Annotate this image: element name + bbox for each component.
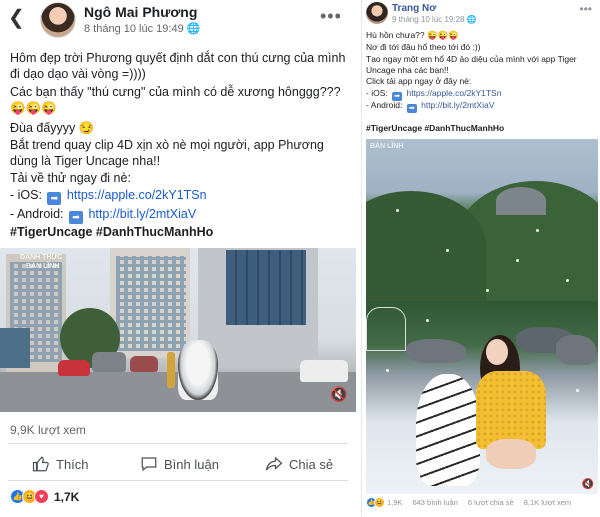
arrow-right-icon: ➡ (406, 104, 417, 113)
comment-count[interactable]: 643 bình luận (412, 498, 457, 507)
tiger-figure (178, 340, 218, 400)
reactions-summary[interactable]: 👍 😆 ♥ 1,7K (10, 489, 79, 504)
post-video[interactable]: BẢN LĨNH 🔇 (366, 139, 598, 494)
tiger-figure (416, 374, 480, 486)
share-label: Chia sẻ (289, 456, 334, 472)
reactions-summary[interactable]: 👍 😆 1,9K (366, 497, 402, 508)
post-text-line: Đùa đấyyyy 😏 (10, 121, 95, 135)
author-name[interactable]: Trang Nơ (392, 3, 436, 14)
arrow-right-icon: ➡ (69, 211, 83, 224)
post-text-line: Bắt trend quay clip 4D xịn xò nè mọi ngư… (10, 138, 324, 168)
arrow-right-icon: ➡ (47, 192, 62, 205)
more-options-icon[interactable]: ••• (320, 6, 342, 27)
ios-link[interactable]: https://apple.co/2kY1TSn (67, 188, 207, 202)
android-link[interactable]: http://bit.ly/2mtXiaV (88, 207, 196, 221)
globe-icon: 🌐 (466, 15, 477, 24)
post-text-line: Tạo ngay một em hổ 4D ảo diệu của mình v… (366, 54, 577, 75)
haha-reaction-icon: 😆 (374, 497, 385, 508)
share-icon (265, 456, 283, 471)
post-text-line: Hù hồn chưa?? 😜😜😜 (366, 30, 459, 40)
comment-label: Bình luận (164, 456, 219, 472)
post-video[interactable]: DANH THỨC BẢN LĨNH 🔇 (0, 248, 356, 412)
back-arrow-icon[interactable]: ❮ (8, 8, 25, 28)
share-button[interactable]: Chia sẻ (265, 455, 333, 473)
more-options-icon[interactable]: ••• (579, 2, 592, 16)
ios-label: - iOS: (10, 188, 42, 202)
android-label: - Android: (10, 207, 64, 221)
left-post: ❮ Ngô Mai Phương 8 tháng 10 lúc 19:49 🌐 … (0, 0, 356, 517)
like-button[interactable]: Thích (32, 455, 89, 473)
person-figure (476, 371, 546, 449)
ios-link[interactable]: https://apple.co/2kY1TSn (406, 88, 501, 98)
post-text-line: Nơ đi tới đâu hổ theo tới đó :)) (366, 42, 481, 52)
video-watermark-2: BẢN LĨNH (26, 263, 60, 270)
share-count[interactable]: 6 lượt chia sẻ (468, 498, 514, 507)
mute-icon[interactable]: 🔇 (582, 479, 594, 490)
android-line: - Android: ➡ http://bit.ly/2mtXiaV (10, 206, 350, 224)
view-count: 8,1K lượt xem (523, 498, 572, 507)
comment-icon (141, 457, 157, 472)
post-text-line: Hôm đẹp trời Phương quyết định dắt con t… (10, 51, 346, 81)
post-text-line: Các bạn thấy "thú cưng" của mình có dễ x… (10, 85, 341, 115)
comment-button[interactable]: Bình luận (140, 455, 219, 473)
ios-line: - iOS: ➡ https://apple.co/2kY1TSn (10, 187, 350, 205)
love-reaction-icon: ♥ (34, 489, 49, 504)
video-watermark: BẢN LĨNH (370, 143, 404, 150)
post-stats: 👍 😆 1,9K 643 bình luận 6 lượt chia sẻ 8,… (366, 497, 598, 508)
like-label: Thích (56, 456, 89, 472)
author-name[interactable]: Ngô Mai Phương (84, 4, 197, 20)
hashtags[interactable]: #TigerUncage #DanhThucManhHo (366, 123, 596, 134)
reaction-count: 1,7K (54, 489, 80, 504)
avatar[interactable] (40, 2, 76, 38)
view-count: 9,9K lượt xem (10, 423, 86, 437)
avatar[interactable] (366, 2, 388, 24)
post-text-line: Tải về thử ngay đi nè: (10, 171, 131, 185)
video-watermark-1: DANH THỨC (20, 254, 63, 261)
android-line: - Android: ➡ http://bit.ly/2mtXiaV (366, 100, 596, 113)
hashtags[interactable]: #TigerUncage #DanhThucManhHo (10, 224, 350, 240)
thumbs-up-icon (32, 456, 49, 472)
ios-label: - iOS: (366, 88, 388, 98)
globe-icon: 🌐 (186, 23, 201, 35)
post-time[interactable]: 8 tháng 10 lúc 19:49 🌐 (84, 22, 200, 35)
mute-icon[interactable]: 🔇 (330, 386, 348, 404)
reaction-count: 1,9K (387, 498, 403, 507)
android-label: - Android: (366, 100, 403, 110)
post-text-line: Click tải app ngay ở đây nè: (366, 76, 472, 86)
android-link[interactable]: http://bit.ly/2mtXiaV (421, 100, 494, 110)
post-time[interactable]: 9 tháng 10 lúc 19:28 🌐 (392, 15, 477, 24)
right-post: Trang Nơ 9 tháng 10 lúc 19:28 🌐 ••• Hù h… (361, 0, 600, 517)
